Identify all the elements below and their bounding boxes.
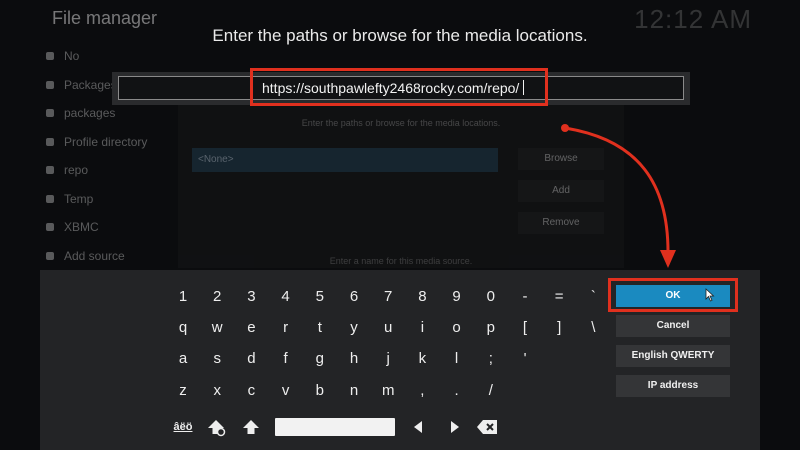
annotation-arrow — [561, 124, 676, 268]
